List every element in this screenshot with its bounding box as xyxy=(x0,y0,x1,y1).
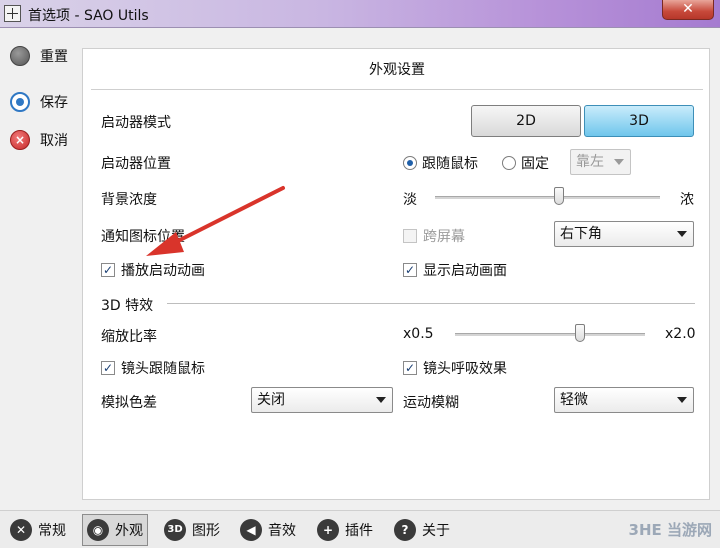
save-label: 保存 xyxy=(40,95,68,111)
3d-icon: 3D xyxy=(164,519,186,541)
speaker-icon: ◀ xyxy=(240,519,262,541)
app-icon xyxy=(4,5,21,22)
checkmark-icon: ✓ xyxy=(403,263,417,277)
cancel-button[interactable]: × 取消 xyxy=(10,129,68,151)
chromatic-aberration-select[interactable]: 关闭 xyxy=(251,387,393,413)
section-divider xyxy=(167,303,695,304)
show-launch-screen-label: 显示启动画面 xyxy=(423,263,507,279)
density-min-label: 淡 xyxy=(403,192,417,208)
reset-label: 重置 xyxy=(40,49,68,65)
lens-follow-mouse-checkbox[interactable]: ✓ 镜头跟随鼠标 xyxy=(101,358,205,378)
watermark: 3HE 当游网 xyxy=(628,521,712,539)
mode-3d-button[interactable]: 3D xyxy=(584,105,694,137)
chevron-down-icon xyxy=(614,159,624,165)
tab-appearance[interactable]: ◉ 外观 xyxy=(82,514,148,546)
mode-2d-button[interactable]: 2D xyxy=(471,105,581,137)
radio-selected-icon xyxy=(403,156,417,170)
tab-graphics[interactable]: 3D 图形 xyxy=(160,514,224,546)
eye-icon: ◉ xyxy=(87,519,109,541)
cross-screen-checkbox[interactable]: 跨屏幕 xyxy=(403,226,465,246)
lens-breathing-label: 镜头呼吸效果 xyxy=(423,361,507,377)
preferences-window: 重置 保存 × 取消 外观设置 启动器模式 2D 3D 启动器位置 跟随鼠标 固… xyxy=(0,28,720,510)
blue-ring-icon xyxy=(10,92,30,112)
chromatic-aberration-label: 模拟色差 xyxy=(101,395,157,411)
checkbox-empty-icon xyxy=(403,229,417,243)
cancel-label: 取消 xyxy=(40,133,68,149)
bottom-tab-bar: ✕ 常规 ◉ 外观 3D 图形 ◀ 音效 + 插件 ? 关于 3HE 当游网 xyxy=(0,510,720,548)
corner-select[interactable]: 右下角 xyxy=(554,221,694,247)
fixed-side-value: 靠左 xyxy=(576,154,604,170)
tab-plugins-label: 插件 xyxy=(345,523,373,539)
appearance-panel: 外观设置 启动器模式 2D 3D 启动器位置 跟随鼠标 固定 靠左 背景浓度 淡… xyxy=(82,48,710,500)
title-bar: 首选项 - SAO Utils ✕ xyxy=(0,0,720,28)
checkmark-icon: ✓ xyxy=(403,361,417,375)
wrench-icon: ✕ xyxy=(10,519,32,541)
tab-sound[interactable]: ◀ 音效 xyxy=(236,514,300,546)
motion-blur-select[interactable]: 轻微 xyxy=(554,387,694,413)
question-icon: ? xyxy=(394,519,416,541)
tab-about[interactable]: ? 关于 xyxy=(390,514,454,546)
tab-plugins[interactable]: + 插件 xyxy=(313,514,377,546)
gray-dot-icon xyxy=(10,46,30,66)
zoom-ratio-label: 缩放比率 xyxy=(101,329,157,345)
chevron-down-icon xyxy=(677,397,687,403)
fixed-side-select[interactable]: 靠左 xyxy=(570,149,631,175)
save-button[interactable]: 保存 xyxy=(10,91,68,113)
tab-graphics-label: 图形 xyxy=(192,523,220,539)
reset-button[interactable]: 重置 xyxy=(10,45,68,67)
follow-mouse-radio[interactable]: 跟随鼠标 xyxy=(403,153,478,173)
zoom-slider-track[interactable] xyxy=(455,333,645,336)
density-slider-thumb[interactable] xyxy=(553,187,564,205)
radio-empty-icon xyxy=(502,156,516,170)
chevron-down-icon xyxy=(376,397,386,403)
sidebar: 重置 保存 × 取消 xyxy=(0,28,80,510)
tab-general[interactable]: ✕ 常规 xyxy=(6,514,70,546)
launcher-position-label: 启动器位置 xyxy=(101,156,171,172)
tab-appearance-label: 外观 xyxy=(115,523,143,539)
cross-screen-label: 跨屏幕 xyxy=(423,229,465,245)
chevron-down-icon xyxy=(677,231,687,237)
tab-sound-label: 音效 xyxy=(268,523,296,539)
density-max-label: 浓 xyxy=(680,192,694,208)
motion-blur-value: 轻微 xyxy=(560,392,588,408)
chromatic-aberration-value: 关闭 xyxy=(257,392,285,408)
close-button[interactable]: ✕ xyxy=(662,0,714,20)
panel-title: 外观设置 xyxy=(369,62,425,78)
play-launch-animation-label: 播放启动动画 xyxy=(121,263,205,279)
lens-breathing-checkbox[interactable]: ✓ 镜头呼吸效果 xyxy=(403,358,507,378)
show-launch-screen-checkbox[interactable]: ✓ 显示启动画面 xyxy=(403,260,507,280)
density-slider-track[interactable] xyxy=(435,196,660,199)
background-density-label: 背景浓度 xyxy=(101,192,157,208)
play-launch-animation-checkbox[interactable]: ✓ 播放启动动画 xyxy=(101,260,205,280)
fixed-radio[interactable]: 固定 xyxy=(502,153,549,173)
motion-blur-label: 运动模糊 xyxy=(403,395,459,411)
corner-value: 右下角 xyxy=(560,226,602,242)
launcher-mode-label: 启动器模式 xyxy=(101,115,171,131)
section-3d-title: 3D 特效 xyxy=(101,298,154,314)
follow-mouse-label: 跟随鼠标 xyxy=(422,156,478,172)
lens-follow-mouse-label: 镜头跟随鼠标 xyxy=(121,361,205,377)
zoom-min-label: x0.5 xyxy=(403,326,434,342)
fixed-label: 固定 xyxy=(521,156,549,172)
plus-icon: + xyxy=(317,519,339,541)
tab-general-label: 常规 xyxy=(38,523,66,539)
checkmark-icon: ✓ xyxy=(101,361,115,375)
divider xyxy=(91,89,703,90)
zoom-slider-thumb[interactable] xyxy=(575,324,586,342)
window-title: 首选项 - SAO Utils xyxy=(28,8,149,24)
notify-icon-position-label: 通知图标位置 xyxy=(101,229,185,245)
tab-about-label: 关于 xyxy=(422,523,450,539)
red-x-icon: × xyxy=(10,130,30,150)
checkmark-icon: ✓ xyxy=(101,263,115,277)
zoom-max-label: x2.0 xyxy=(665,326,696,342)
